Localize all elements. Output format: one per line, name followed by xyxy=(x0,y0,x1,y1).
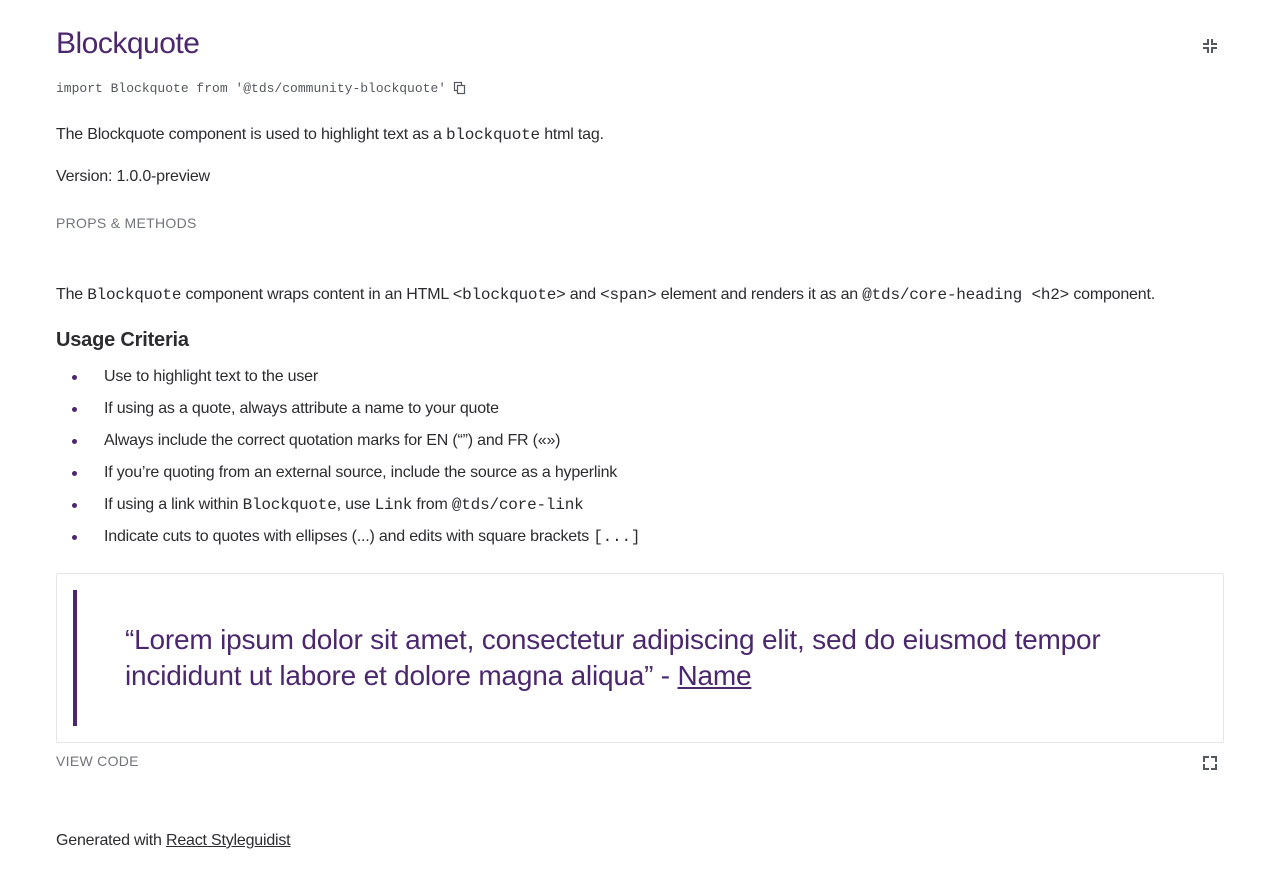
list-item-text: Always include the correct quotation mar… xyxy=(104,432,561,449)
copy-icon[interactable] xyxy=(453,81,467,95)
example-preview: “Lorem ipsum dolor sit amet, consectetur… xyxy=(56,573,1224,743)
cuts-item-text: Indicate cuts to quotes with ellipses (.… xyxy=(104,528,594,545)
collapse-icon[interactable] xyxy=(1202,38,1218,54)
footer-text: Generated with xyxy=(56,832,166,849)
link-item-code-core-link: @tds/core-link xyxy=(451,496,584,514)
description-text: The Blockquote component wraps content i… xyxy=(56,283,1155,307)
cuts-item-code: [...] xyxy=(593,528,641,546)
usage-heading: Usage Criteria xyxy=(56,329,189,351)
list-item: If you’re quoting from an external sourc… xyxy=(56,461,1224,485)
desc-code-heading: @tds/core-heading <h2> xyxy=(862,286,1070,304)
bullet xyxy=(72,471,77,476)
desc-t4: element and renders it as an xyxy=(656,286,863,303)
link-item-t2: , use xyxy=(336,496,375,513)
desc-code-span-tag: <span> xyxy=(600,286,657,304)
view-code-link[interactable]: VIEW CODE xyxy=(56,753,139,769)
version-text: Version: 1.0.0-preview xyxy=(56,168,210,185)
intro-text-after: html tag. xyxy=(539,126,604,143)
bullet xyxy=(72,439,77,444)
import-code: import Blockquote from '@tds/community-b… xyxy=(56,80,447,96)
desc-t1: The xyxy=(56,286,88,303)
bullet xyxy=(72,375,77,380)
list-item-text: If using as a quote, always attribute a … xyxy=(104,400,499,417)
list-item: Use to highlight text to the user xyxy=(56,365,1224,389)
list-item: Always include the correct quotation mar… xyxy=(56,429,1224,453)
link-item-t3: from xyxy=(412,496,452,513)
page-title: Blockquote xyxy=(56,27,200,60)
list-item: If using a link within Blockquote, use L… xyxy=(56,493,1224,517)
intro-text-before: The Blockquote component is used to high… xyxy=(56,126,446,143)
bullet xyxy=(72,535,77,540)
bullet xyxy=(72,503,77,508)
desc-t5: component. xyxy=(1069,286,1155,303)
desc-t3: and xyxy=(565,286,601,303)
blockquote-quote: “Lorem ipsum dolor sit amet, consectetur… xyxy=(125,624,1101,691)
blockquote-bar xyxy=(73,590,77,726)
props-methods-link[interactable]: PROPS & METHODS xyxy=(56,215,197,231)
desc-code-blockquote-tag: <blockquote> xyxy=(452,286,566,304)
list-item: Indicate cuts to quotes with ellipses (.… xyxy=(56,525,1224,549)
desc-code-blockquote: Blockquote xyxy=(87,286,182,304)
title-row: Blockquote xyxy=(56,24,1224,64)
link-item-t1: If using a link within xyxy=(104,496,243,513)
blockquote-name-link[interactable]: Name xyxy=(678,660,752,691)
list-item: If using as a quote, always attribute a … xyxy=(56,397,1224,421)
blockquote-text: “Lorem ipsum dolor sit amet, consectetur… xyxy=(125,622,1210,694)
footer: Generated with React Styleguidist xyxy=(56,829,291,853)
link-item-code-link: Link xyxy=(374,496,413,514)
import-statement: import Blockquote from '@tds/community-b… xyxy=(56,78,467,98)
list-item-text: Use to highlight text to the user xyxy=(104,368,318,385)
intro-code: blockquote xyxy=(445,126,540,144)
styleguidist-link[interactable]: React Styleguidist xyxy=(166,832,291,849)
link-item-code-blockquote: Blockquote xyxy=(242,496,337,514)
list-item-text: If you’re quoting from an external sourc… xyxy=(104,464,618,481)
desc-t2: component wraps content in an HTML xyxy=(181,286,453,303)
intro-text: The Blockquote component is used to high… xyxy=(56,123,604,147)
expand-icon[interactable] xyxy=(1202,755,1218,771)
usage-list: Use to highlight text to the user If usi… xyxy=(56,365,1224,557)
bullet xyxy=(72,407,77,412)
